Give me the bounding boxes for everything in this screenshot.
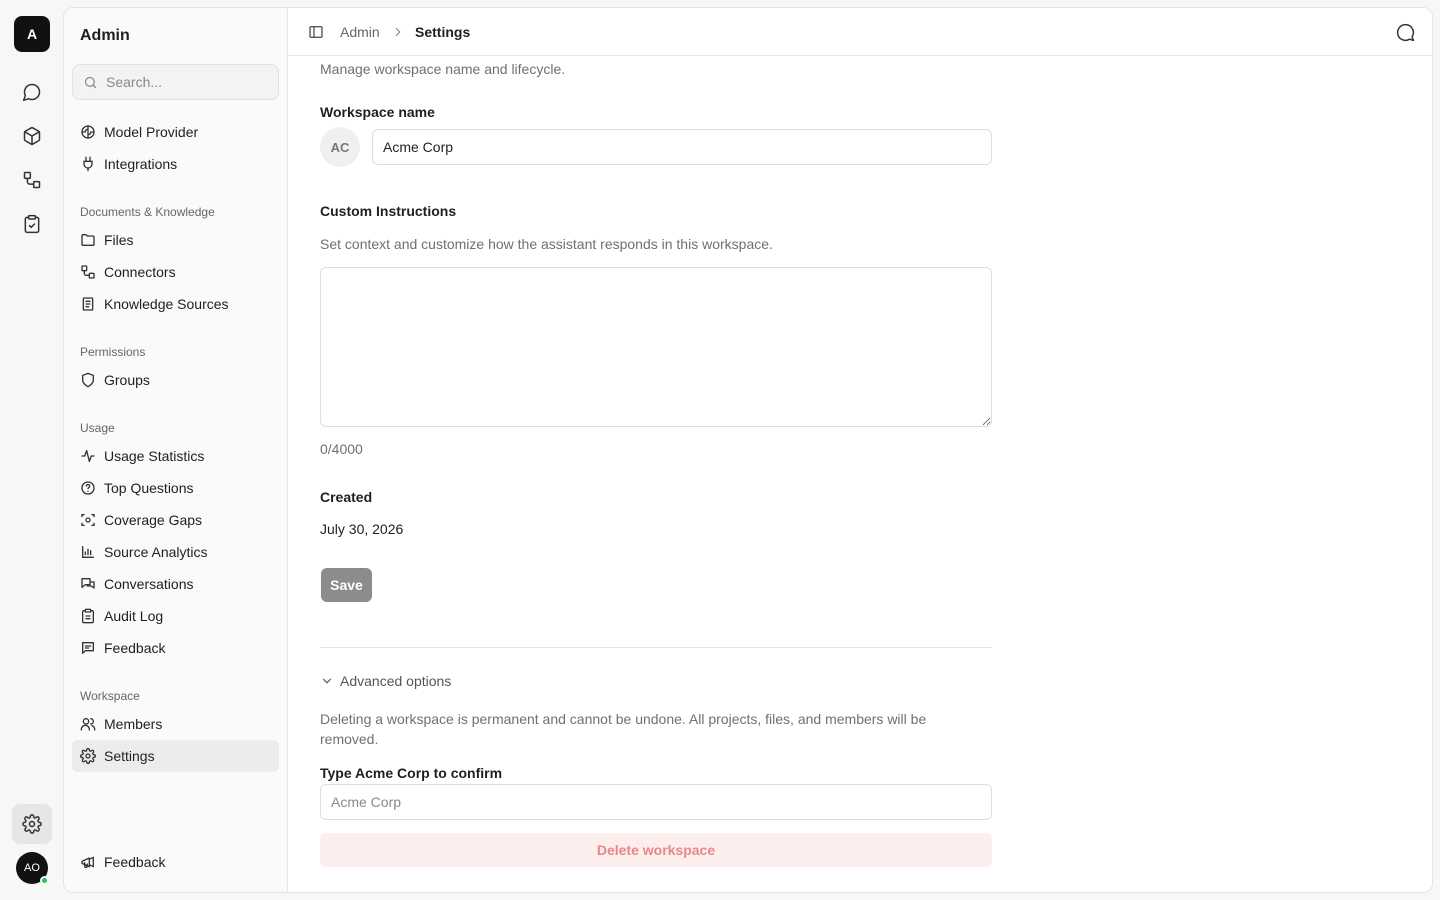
advanced-options-toggle[interactable]: Advanced options [320,673,451,689]
megaphone-icon [80,854,96,870]
sidebar-item-knowledge-sources[interactable]: Knowledge Sources [72,288,279,320]
created-label: Created [320,489,373,505]
sidebar-item-feedback[interactable]: Feedback [72,632,279,664]
custom-instructions-label: Custom Instructions [320,203,457,219]
message-square-text-icon [80,640,96,656]
sidebar-item-coverage-gaps[interactable]: Coverage Gaps [72,504,279,536]
clipboard-icon [80,608,96,624]
sidebar-item-members[interactable]: Members [72,708,279,740]
admin-settings-button[interactable] [12,804,52,844]
sidebar-item-integrations[interactable]: Integrations [72,148,279,180]
app-logo[interactable]: A [14,16,50,52]
main-panel: Admin Model Provider Integrations Docume… [63,7,1433,893]
delete-workspace-button[interactable]: Delete workspace [320,833,992,867]
workspace-name-label: Workspace name [320,104,435,120]
save-button[interactable]: Save [321,568,372,602]
created-value: July 30, 2026 [320,521,404,537]
message-circle-icon [22,82,42,102]
breadcrumb-admin[interactable]: Admin [340,24,380,40]
section-workspace: Workspace [80,689,140,703]
scan-icon [80,512,96,528]
app-rail: A AO [0,0,64,900]
sidebar-item-connectors[interactable]: Connectors [72,256,279,288]
sidebar-item-model-provider[interactable]: Model Provider [72,116,279,148]
settings-content: Manage workspace name and lifecycle. Wor… [288,57,1432,892]
clipboard-check-icon [22,214,42,234]
workspace-avatar: AC [320,127,360,167]
search-input[interactable] [106,74,266,90]
sidebar-item-audit-log[interactable]: Audit Log [72,600,279,632]
bar-chart-icon [80,544,96,560]
delete-warning: Deleting a workspace is permanent and ca… [320,711,927,747]
cube-icon [22,126,42,146]
brain-icon [80,124,96,140]
page-subtitle: Manage workspace name and lifecycle. [320,61,566,77]
sidebar-item-usage-statistics[interactable]: Usage Statistics [72,440,279,472]
sidebar-item-source-analytics[interactable]: Source Analytics [72,536,279,568]
chat-bubble-icon[interactable] [1395,22,1416,43]
confirm-workspace-input[interactable] [320,784,992,820]
sidebar-search[interactable] [72,64,279,100]
confirm-label: Type Acme Corp to confirm [320,765,503,781]
custom-instructions-textarea[interactable] [320,267,992,427]
workflows-nav-button[interactable] [16,164,48,196]
projects-nav-button[interactable] [16,120,48,152]
workspace-name-input[interactable] [372,129,992,165]
plug-icon [80,156,96,172]
messages-icon [80,576,96,592]
custom-instructions-help: Set context and customize how the assist… [320,236,773,252]
help-circle-icon [80,480,96,496]
sidebar-item-files[interactable]: Files [72,224,279,256]
topbar: Admin Settings [288,8,1432,56]
sidebar-item-settings[interactable]: Settings [72,740,279,772]
users-icon [80,716,96,732]
sidebar-toggle-icon[interactable] [308,24,324,40]
breadcrumb-settings: Settings [415,24,471,40]
shield-icon [80,372,96,388]
online-status-dot [40,876,49,885]
section-divider [320,647,992,648]
chat-nav-button[interactable] [16,76,48,108]
gear-icon [22,814,42,834]
sidebar-title: Admin [80,27,130,44]
chevron-down-icon [320,674,334,688]
user-avatar[interactable]: AO [16,852,49,885]
sidebar-item-top-questions[interactable]: Top Questions [72,472,279,504]
section-usage: Usage [80,421,115,435]
section-permissions: Permissions [80,345,146,359]
sidebar-item-conversations[interactable]: Conversations [72,568,279,600]
tasks-nav-button[interactable] [16,208,48,240]
sidebar-footer-feedback[interactable]: Feedback [72,846,279,878]
activity-icon [80,448,96,464]
search-icon [83,75,98,90]
folder-icon [80,232,96,248]
connectors-icon [80,264,96,280]
sidebar-item-groups[interactable]: Groups [72,364,279,396]
section-documents-knowledge: Documents & Knowledge [80,205,215,219]
char-count: 0/4000 [320,441,363,457]
admin-sidebar: Admin Model Provider Integrations Docume… [64,8,288,892]
chevron-right-icon [391,25,405,39]
gear-icon [80,748,96,764]
document-icon [80,296,96,312]
connectors-icon [22,170,42,190]
